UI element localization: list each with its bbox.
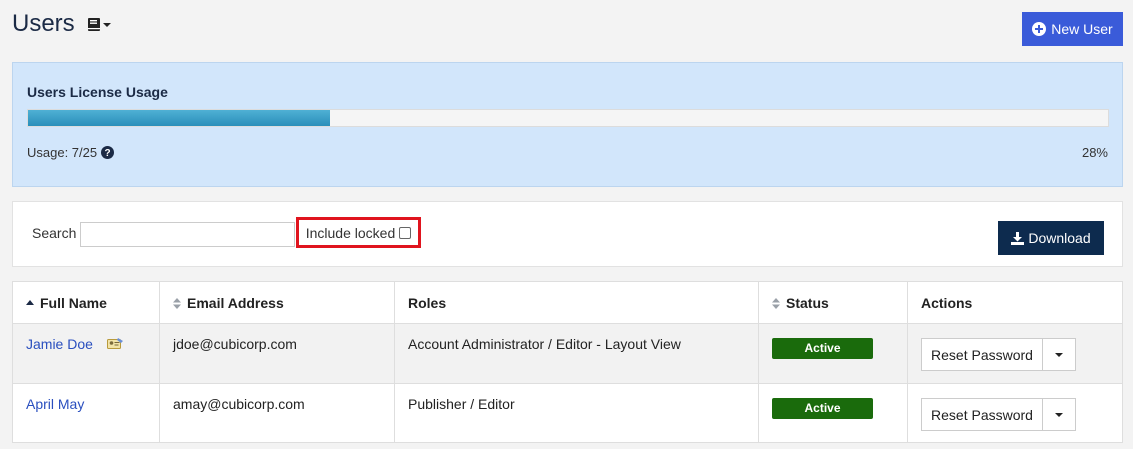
svg-text:?: ? [105, 148, 111, 159]
book-icon [88, 18, 100, 31]
status-badge: Active [772, 398, 873, 419]
caret-down-icon [1055, 352, 1063, 357]
table-header-row: Full Name Email Address Roles Status Act… [12, 281, 1123, 324]
cell-roles: Publisher / Editor [394, 383, 759, 443]
download-button[interactable]: Download [998, 221, 1104, 255]
cell-status: Active [758, 323, 908, 384]
usage-percent: 28% [1081, 145, 1108, 160]
page-title: Users [12, 10, 75, 37]
help-icon[interactable]: ? [101, 146, 115, 159]
usage-row: Usage: 7/25 ? [27, 145, 115, 160]
status-badge: Active [772, 338, 873, 359]
cell-email: jdoe@cubicorp.com [159, 323, 395, 384]
cell-actions: Reset Password [907, 383, 1123, 443]
include-locked-toggle[interactable]: Include locked [296, 217, 421, 248]
include-locked-checkbox[interactable] [399, 226, 412, 239]
caret-down-icon [1055, 412, 1063, 417]
cell-roles: Account Administrator / Editor - Layout … [394, 323, 759, 384]
filter-panel: Search Include locked Download [12, 201, 1123, 267]
column-header-full-name[interactable]: Full Name [12, 281, 160, 324]
cell-full-name: Jamie Doe [12, 323, 160, 384]
user-name-link[interactable]: April May [26, 396, 84, 412]
reset-password-button[interactable]: Reset Password [921, 398, 1043, 431]
license-progress-bar [27, 109, 1109, 127]
id-card-icon [106, 338, 123, 349]
user-name-link[interactable]: Jamie Doe [26, 336, 93, 352]
download-icon [1011, 231, 1025, 245]
actions-dropdown-button[interactable] [1043, 398, 1076, 431]
cell-email: amay@cubicorp.com [159, 383, 395, 443]
license-usage-panel: Users License Usage Usage: 7/25 ? 28% [12, 62, 1123, 187]
usage-text: Usage: 7/25 [27, 145, 98, 160]
cell-actions: Reset Password [907, 323, 1123, 384]
download-label: Download [1028, 230, 1091, 246]
license-progress-fill [28, 110, 331, 126]
action-button-group: Reset Password [921, 398, 1109, 431]
include-locked-label: Include locked [305, 224, 396, 241]
column-header-email[interactable]: Email Address [159, 281, 395, 324]
column-header-status[interactable]: Status [758, 281, 908, 324]
users-table: Full Name Email Address Roles Status Act… [12, 281, 1123, 443]
actions-dropdown-button[interactable] [1043, 338, 1076, 371]
plus-circle-icon [1032, 22, 1047, 36]
table-row: Jamie Doe jdoe@cubicorp.com Account Admi… [12, 323, 1123, 384]
pages-menu-toggle[interactable] [88, 18, 111, 31]
sort-icon [173, 297, 181, 309]
cell-status: Active [758, 383, 908, 443]
table-row: April May amay@cubicorp.com Publisher / … [12, 383, 1123, 443]
sort-ascending-icon [26, 299, 34, 305]
new-user-button[interactable]: New User [1022, 12, 1123, 46]
new-user-label: New User [1051, 21, 1113, 37]
license-usage-title: Users License Usage [27, 84, 168, 100]
search-label: Search [32, 225, 77, 241]
caret-down-icon [103, 22, 111, 27]
cell-full-name: April May [12, 383, 160, 443]
reset-password-button[interactable]: Reset Password [921, 338, 1043, 371]
column-header-actions: Actions [907, 281, 1123, 324]
sort-icon [772, 297, 780, 309]
action-button-group: Reset Password [921, 338, 1109, 371]
column-header-roles: Roles [394, 281, 759, 324]
search-input[interactable] [80, 222, 295, 247]
